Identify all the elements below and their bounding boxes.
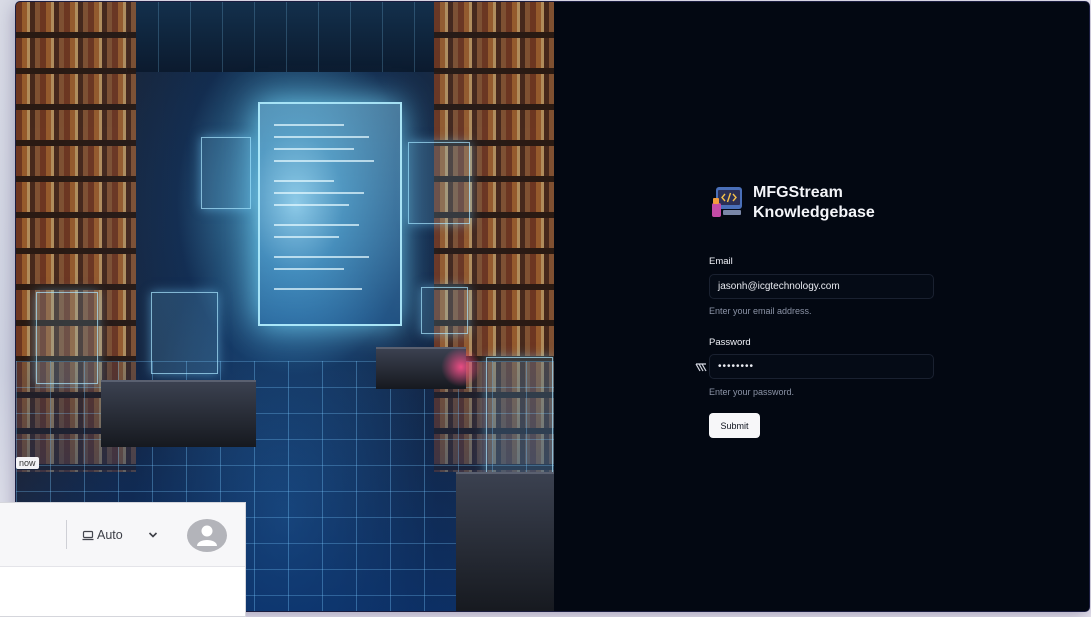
theme-select-label[interactable]: Auto (97, 528, 123, 542)
email-helper: Enter your email address. (709, 306, 812, 316)
brand-name: MFGStream Knowledgebase (753, 183, 903, 223)
hero-holo-panel (408, 142, 470, 224)
brand-name-line2: Knowledgebase (753, 204, 875, 221)
hero-holo-panel (201, 137, 251, 209)
brand: MFGStream Knowledgebase (709, 183, 903, 223)
hero-holo-panel (151, 292, 218, 374)
toolbar-bar: Auto (0, 503, 245, 567)
browser-toolbar-fragment: Auto (0, 502, 246, 617)
hero-desk (456, 472, 554, 611)
submit-button[interactable]: Submit (709, 413, 760, 438)
hero-desk (101, 380, 256, 447)
hero-light (441, 347, 481, 387)
hero-ceiling (126, 2, 446, 72)
hero-code-screen (258, 102, 402, 326)
password-helper: Enter your password. (709, 387, 795, 397)
brand-logo-icon (712, 187, 742, 217)
email-field[interactable]: jasonh@icgtechnology.com (709, 274, 934, 299)
overlay-tag: now (16, 457, 39, 469)
avatar[interactable] (187, 519, 227, 552)
email-label: Email (709, 256, 733, 267)
hero-holo-panel (421, 287, 468, 334)
password-visibility-icon[interactable] (695, 362, 707, 372)
chevron-down-icon[interactable] (147, 530, 159, 540)
monitor-icon (82, 530, 94, 541)
password-field[interactable]: •••••••• (709, 354, 934, 379)
hero-holo-panel (486, 357, 553, 479)
login-panel: MFGStream Knowledgebase Email jasonh@icg… (554, 2, 1089, 611)
avatar-icon (197, 525, 217, 546)
password-label: Password (709, 337, 751, 348)
toolbar-divider (66, 520, 67, 549)
hero-holo-panel (36, 292, 98, 384)
brand-name-line1: MFGStream (753, 184, 843, 201)
